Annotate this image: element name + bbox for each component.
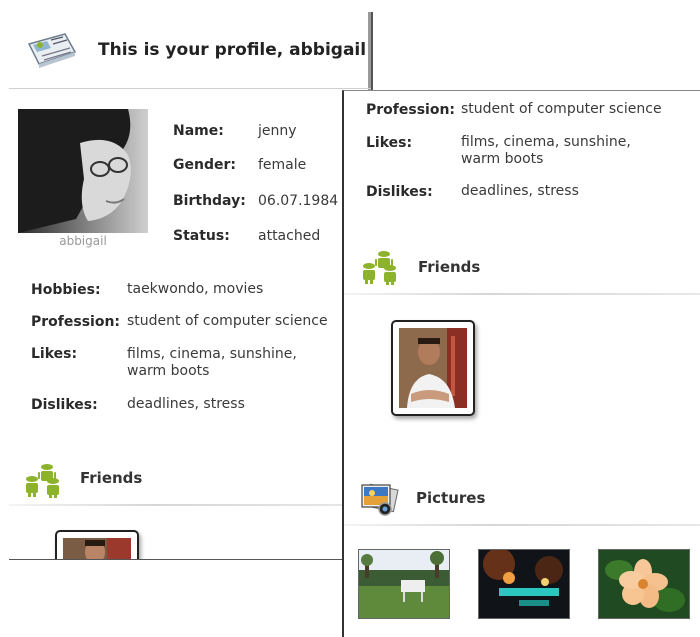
profession-value: student of computer science [127,313,328,329]
avatar[interactable] [18,109,148,233]
friends-title: Friends [418,258,481,276]
gender-label: Gender: [173,157,236,173]
avatar-caption: abbigail [59,234,107,248]
birthday-label: Birthday: [173,193,246,209]
hobbies-label: Hobbies: [31,282,101,298]
gender-value: female [258,157,307,173]
status-label: Status: [173,228,230,244]
likes-line-2: warm boots [127,363,210,379]
friend-thumbnail[interactable] [391,320,475,416]
picture-thumbnail[interactable] [358,549,450,619]
picture-thumbnail[interactable] [598,549,690,619]
status-value: attached [258,228,321,244]
dislikes-label: Dislikes: [31,397,98,413]
page-title: This is your profile, abbigail [98,40,367,60]
likes-line-1: films, cinema, sunshine, [461,134,631,150]
profession-label: Profession: [366,102,456,118]
profile-panel-left: This is your profile, abbigail abbigail … [9,12,373,560]
likes-label: Likes: [366,135,413,151]
dislikes-value: deadlines, stress [461,183,579,199]
hobbies-value: taekwondo, movies [127,281,264,297]
name-value: jenny [258,123,297,139]
profession-label: Profession: [31,314,121,330]
friends-section-header: Friends [360,249,690,295]
friend-thumbnail[interactable] [55,530,139,559]
pictures-title: Pictures [416,489,486,507]
divider [9,504,369,506]
divider [344,524,700,526]
likes-value: films, cinema, sunshine, warm boots [461,134,631,168]
likes-line-2: warm boots [461,151,544,167]
likes-line-1: films, cinema, sunshine, [127,346,297,362]
friends-title: Friends [80,469,143,487]
profile-panel-right: Profession: student of computer science … [342,90,700,637]
birthday-value: 06.07.1984 [258,193,339,209]
newspaper-profile-icon [25,30,77,74]
profile-header: This is your profile, abbigail [9,12,371,89]
likes-value: films, cinema, sunshine, warm boots [127,346,297,380]
divider [344,293,700,295]
pictures-section-header: Pictures [358,481,688,527]
likes-label: Likes: [31,346,78,362]
picture-thumbnail[interactable] [478,549,570,619]
name-label: Name: [173,123,224,139]
dislikes-label: Dislikes: [366,184,433,200]
friends-section-header: Friends [23,462,363,508]
pictures-icon [358,481,400,521]
android-friends-icon [360,249,402,289]
android-friends-icon [23,462,65,502]
dislikes-value: deadlines, stress [127,396,245,412]
profession-value: student of computer science [461,101,662,117]
